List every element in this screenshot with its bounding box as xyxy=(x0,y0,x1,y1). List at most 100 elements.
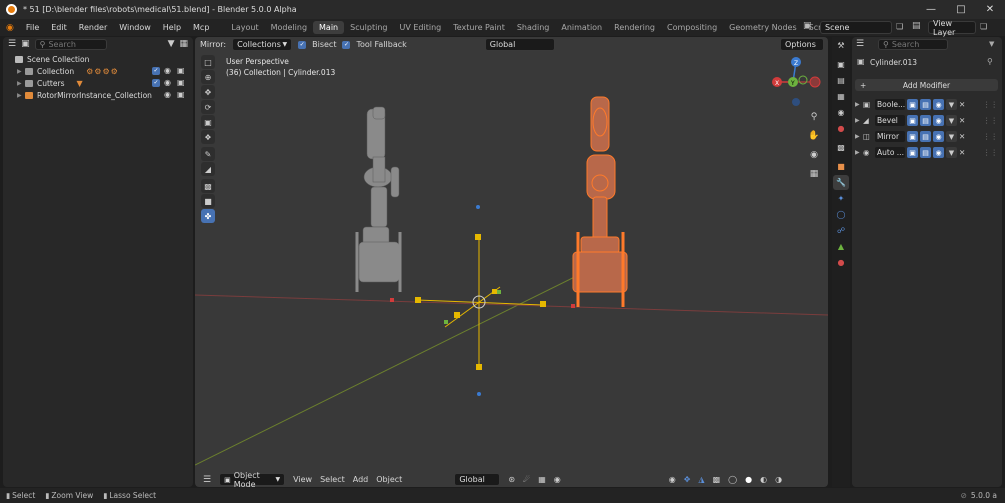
pan-hand-icon[interactable]: ✋ xyxy=(806,128,822,144)
overlays-icon[interactable]: ◮ xyxy=(698,475,704,484)
viewport-toggle-icon[interactable]: ▤ xyxy=(920,99,931,110)
modifier-row-bevel[interactable]: ▶ ◢ Bevel ▣ ▤ ◉ ▼ ✕ ⋮⋮ xyxy=(855,114,998,127)
tab-texture-paint[interactable]: Texture Paint xyxy=(447,21,511,34)
view-layer-field[interactable]: View Layer xyxy=(928,19,976,37)
edit-mode-toggle-icon[interactable]: ▣ xyxy=(907,131,918,142)
pivot-icon[interactable]: ⊛ xyxy=(508,475,515,484)
tab-compositing[interactable]: Compositing xyxy=(661,21,723,34)
select-box-tool-icon[interactable]: □ xyxy=(201,55,215,69)
editor-type-icon[interactable]: ☰ xyxy=(8,39,16,49)
menu-mcp[interactable]: Mcp xyxy=(187,23,215,32)
new-view-layer-icon[interactable]: ❏ xyxy=(980,22,987,31)
snap-icon[interactable]: ☄ xyxy=(523,475,530,484)
drag-handle-icon[interactable]: ⋮⋮ xyxy=(983,116,998,125)
tab-main[interactable]: Main xyxy=(313,21,345,34)
boolean-tool-icon[interactable]: ■ xyxy=(201,194,215,208)
viewport-toggle-icon[interactable]: ▤ xyxy=(920,131,931,142)
rendered-shading-icon[interactable]: ◑ xyxy=(775,475,782,484)
tab-rendering[interactable]: Rendering xyxy=(608,21,661,34)
pin-icon[interactable]: ⚲ xyxy=(987,57,993,66)
render-toggle-icon[interactable]: ◉ xyxy=(933,99,944,110)
rotate-tool-icon[interactable]: ⟳ xyxy=(201,100,215,114)
physics-properties-icon[interactable]: ◯ xyxy=(833,207,849,222)
move-tool-icon[interactable]: ✥ xyxy=(201,85,215,99)
modifier-name[interactable]: Bevel xyxy=(875,115,905,126)
exclude-checkbox[interactable]: ✓ xyxy=(152,67,160,75)
wireframe-shading-icon[interactable]: ◯ xyxy=(728,475,737,484)
material-shading-icon[interactable]: ◐ xyxy=(760,475,767,484)
modifier-row-auto[interactable]: ▶ ◉ Auto ... ▣ ▤ ◉ ▼ ✕ ⋮⋮ xyxy=(855,146,998,159)
tree-row-cutters[interactable]: ▶ Cutters ▼ ✓ ◉ ▣ xyxy=(3,77,193,89)
output-properties-icon[interactable]: ▤ xyxy=(833,73,849,88)
tab-sculpting[interactable]: Sculpting xyxy=(344,21,393,34)
modifier-menu-icon[interactable]: ▼ xyxy=(946,99,957,110)
menu-file[interactable]: File xyxy=(20,23,45,32)
tab-animation[interactable]: Animation xyxy=(555,21,608,34)
snap-target-icon[interactable]: ▦ xyxy=(538,475,546,484)
material-properties-icon[interactable]: ● xyxy=(833,255,849,270)
filter-icon[interactable]: ▼ xyxy=(168,39,175,49)
drag-handle-icon[interactable]: ⋮⋮ xyxy=(983,100,998,109)
modifier-menu-icon[interactable]: ▼ xyxy=(946,147,957,158)
new-collection-icon[interactable]: ▦ xyxy=(179,39,188,49)
object-properties-icon[interactable]: ■ xyxy=(833,159,849,174)
remove-modifier-icon[interactable]: ✕ xyxy=(959,100,965,109)
visibility-icon[interactable]: ◉ xyxy=(669,475,676,484)
tab-uv-editing[interactable]: UV Editing xyxy=(393,21,447,34)
modifier-name[interactable]: Auto ... xyxy=(875,147,905,158)
editor-type-icon[interactable]: ☰ xyxy=(856,39,864,49)
perspective-toggle-icon[interactable]: ▦ xyxy=(806,166,822,182)
modifier-name[interactable]: Boole... xyxy=(875,99,905,110)
render-toggle-icon[interactable]: ◉ xyxy=(933,147,944,158)
options-dropdown[interactable]: Options xyxy=(780,38,824,51)
render-toggle-icon[interactable]: ◉ xyxy=(933,115,944,126)
data-properties-icon[interactable]: ▲ xyxy=(833,239,849,254)
cursor-tool-icon[interactable]: ⊕ xyxy=(201,70,215,84)
tree-row-rotor-mirror[interactable]: ▶ RotorMirrorInstance_Collection ◉ ▣ xyxy=(3,89,193,101)
menu-select[interactable]: Select xyxy=(320,475,345,484)
visibility-eye-icon[interactable]: ◉ xyxy=(164,90,171,99)
menu-render[interactable]: Render xyxy=(73,23,113,32)
maximize-icon[interactable]: □ xyxy=(946,0,976,19)
expand-arrow-icon[interactable]: ▶ xyxy=(17,92,25,99)
3d-viewport[interactable]: Z X Y Mirror: Collections ▼ ✓ Bisect ✓ T… xyxy=(195,37,828,487)
edit-mode-toggle-icon[interactable]: ▣ xyxy=(907,115,918,126)
edit-mode-toggle-icon[interactable]: ▣ xyxy=(907,99,918,110)
solid-shading-icon[interactable]: ● xyxy=(745,475,752,484)
menu-add[interactable]: Add xyxy=(353,475,369,484)
menu-object[interactable]: Object xyxy=(376,475,402,484)
viewport-toggle-icon[interactable]: ▤ xyxy=(920,147,931,158)
tool-fallback-checkbox[interactable]: ✓ xyxy=(342,40,351,49)
expand-arrow-icon[interactable]: ▶ xyxy=(17,80,25,87)
add-modifier-button[interactable]: + Add Modifier xyxy=(855,79,998,91)
footer-orientation-dropdown[interactable]: Global xyxy=(454,473,501,486)
constraints-properties-icon[interactable]: ☍ xyxy=(833,223,849,238)
scene-selector-icon[interactable]: ▣ xyxy=(803,21,817,34)
minimize-icon[interactable]: — xyxy=(916,0,946,19)
chevron-down-icon[interactable]: ▼ xyxy=(989,40,994,48)
proportional-edit-icon[interactable]: ◉ xyxy=(554,475,561,484)
scene-properties-icon[interactable]: ◉ xyxy=(833,105,849,120)
menu-view[interactable]: View xyxy=(293,475,312,484)
modifier-menu-icon[interactable]: ▼ xyxy=(946,115,957,126)
scene-canvas[interactable]: Z X Y xyxy=(195,37,828,487)
render-camera-icon[interactable]: ▣ xyxy=(177,78,185,87)
remove-modifier-icon[interactable]: ✕ xyxy=(959,116,965,125)
menu-help[interactable]: Help xyxy=(157,23,187,32)
new-scene-icon[interactable]: ❏ xyxy=(896,22,903,31)
editor-type-icon[interactable]: ☰ xyxy=(203,475,211,485)
drag-handle-icon[interactable]: ⋮⋮ xyxy=(983,148,998,157)
add-cube-tool-icon[interactable]: ▩ xyxy=(201,179,215,193)
scene-field[interactable]: Scene xyxy=(820,21,892,34)
visibility-eye-icon[interactable]: ◉ xyxy=(164,78,171,87)
tree-row-scene-collection[interactable]: Scene Collection xyxy=(3,53,193,65)
collections-dropdown[interactable]: Collections ▼ xyxy=(232,38,293,51)
exclude-checkbox[interactable]: ✓ xyxy=(152,79,160,87)
xray-icon[interactable]: ▩ xyxy=(713,475,721,484)
mode-dropdown[interactable]: ▣ Object Mode ▼ xyxy=(219,471,286,487)
mirror-tool-icon[interactable]: ✤ xyxy=(201,209,215,223)
remove-modifier-icon[interactable]: ✕ xyxy=(959,148,965,157)
modifier-name[interactable]: Mirror xyxy=(875,131,905,142)
scale-tool-icon[interactable]: ▣ xyxy=(201,115,215,129)
view-layer-selector-icon[interactable]: ▤ xyxy=(912,21,926,31)
